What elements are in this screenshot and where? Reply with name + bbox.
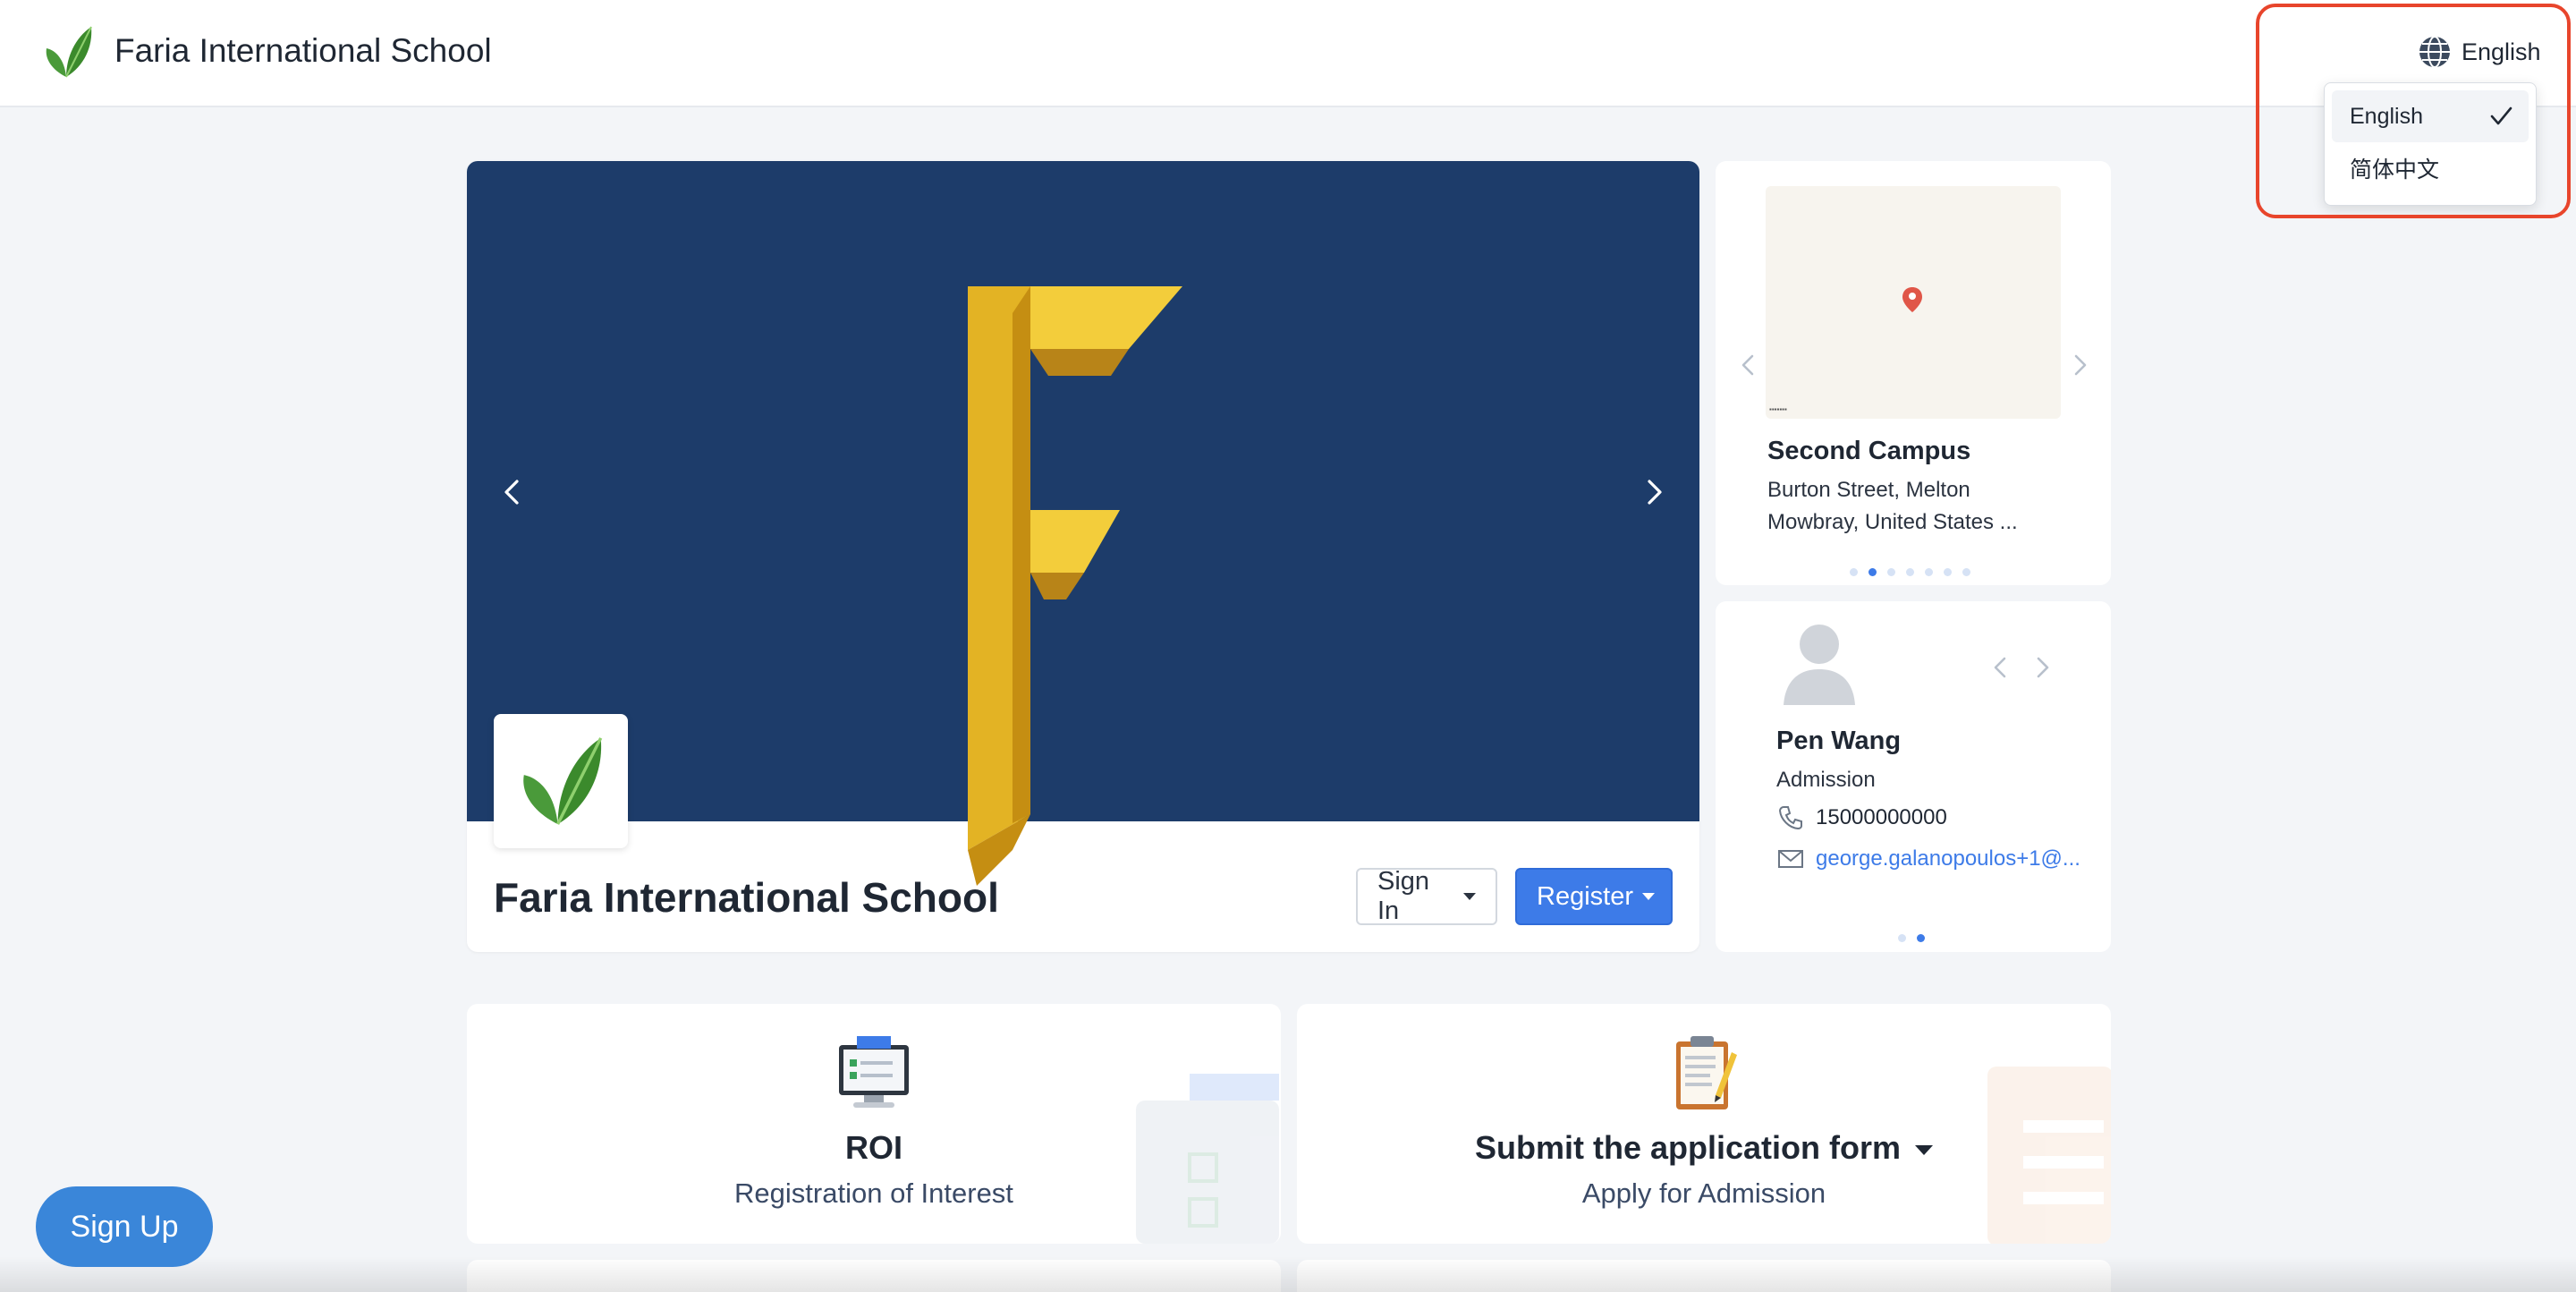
globe-icon <box>2419 36 2450 68</box>
header-school-name[interactable]: Faria International School <box>114 32 492 70</box>
contact-email[interactable]: george.galanopoulos+1@... <box>1776 845 2080 873</box>
contact-carousel-dots <box>1898 934 1925 942</box>
carousel-dot[interactable] <box>1944 568 1952 576</box>
register-label: Register <box>1537 881 1633 911</box>
carousel-dot[interactable] <box>1906 568 1914 576</box>
campus-map[interactable]: ▪▪▪▪▪▪▪ <box>1766 186 2061 419</box>
top-header: Faria International School English <box>0 0 2576 107</box>
language-option-label: English <box>2350 103 2423 129</box>
faria-f-logo-image <box>968 286 1182 886</box>
application-form-action-card[interactable]: Submit the application form Apply for Ad… <box>1297 1004 2111 1244</box>
mail-icon <box>1778 850 1803 868</box>
contact-name: Pen Wang <box>1776 727 1902 755</box>
application-form-subtitle: Apply for Admission <box>1581 1177 1826 1209</box>
language-option-chinese[interactable]: 简体中文 <box>2332 142 2529 194</box>
carousel-dot[interactable] <box>1887 568 1895 576</box>
application-form-title-label: Submit the application form <box>1474 1129 1901 1166</box>
map-pin-icon <box>1902 287 1922 312</box>
register-dropdown-button[interactable]: Register <box>1515 868 1673 925</box>
phone-icon <box>1778 806 1802 830</box>
language-option-english[interactable]: English <box>2332 90 2529 142</box>
campus-name: Second Campus <box>1767 437 1971 465</box>
school-logo-icon[interactable] <box>39 23 97 81</box>
carousel-dot[interactable] <box>1850 568 1858 576</box>
campus-carousel-dots <box>1850 568 1970 576</box>
language-dropdown-menu: English 简体中文 <box>2324 82 2537 206</box>
contact-carousel-card: Pen Wang Admission 15000000000 george.ga… <box>1716 601 2111 952</box>
checkmark-icon <box>2490 106 2512 125</box>
language-option-label: 简体中文 <box>2350 157 2440 183</box>
hero-prev-arrow-icon[interactable] <box>494 474 530 510</box>
carousel-dot[interactable] <box>1917 934 1925 942</box>
campus-next-arrow-icon[interactable] <box>2066 351 2095 379</box>
school-title: Faria International School <box>494 874 999 921</box>
application-form-title[interactable]: Submit the application form <box>1297 1129 2111 1167</box>
clipboard-pen-icon <box>1676 1036 1737 1109</box>
carousel-dot[interactable] <box>1898 934 1906 942</box>
language-switcher[interactable]: English <box>2417 32 2541 72</box>
school-logo-icon <box>523 737 603 825</box>
roi-subtitle: Registration of Interest <box>734 1177 1013 1209</box>
carousel-dot[interactable] <box>1925 568 1933 576</box>
contact-phone[interactable]: 15000000000 <box>1776 803 1947 832</box>
campus-prev-arrow-icon[interactable] <box>1733 351 1762 379</box>
caret-down-icon <box>1642 893 1655 900</box>
scroll-fade-overlay <box>0 1256 2576 1292</box>
hero-next-arrow-icon[interactable] <box>1637 474 1673 510</box>
map-credit-mark: ▪▪▪▪▪▪▪ <box>1769 405 1787 413</box>
sign-in-dropdown-button[interactable]: Sign In <box>1356 867 1497 925</box>
avatar-placeholder-icon <box>1784 625 1855 705</box>
campus-carousel-card: ▪▪▪▪▪▪▪ Second Campus Burton Street, Mel… <box>1716 161 2111 585</box>
contact-prev-arrow-icon[interactable] <box>1986 653 2014 682</box>
hero-banner-carousel <box>467 161 1699 886</box>
sign-up-button[interactable]: Sign Up <box>36 1186 213 1267</box>
contact-phone-number: 15000000000 <box>1816 805 1947 829</box>
carousel-dot[interactable] <box>1868 568 1877 576</box>
school-logo-tile <box>494 714 628 848</box>
roi-action-card[interactable]: ROI Registration of Interest <box>467 1004 1281 1244</box>
school-hero-card: Faria International School Sign In Regis… <box>467 161 1699 952</box>
sign-in-label: Sign In <box>1377 867 1430 925</box>
language-current-label: English <box>2462 38 2541 65</box>
monitor-checklist-icon <box>839 1036 909 1108</box>
caret-down-icon <box>1915 1144 1933 1155</box>
contact-email-address: george.galanopoulos+1@... <box>1816 846 2080 871</box>
roi-title: ROI <box>844 1129 902 1166</box>
contact-next-arrow-icon[interactable] <box>2029 653 2057 682</box>
campus-address: Burton Street, Melton Mowbray, United St… <box>1767 478 2018 534</box>
carousel-dot[interactable] <box>1962 568 1970 576</box>
contact-role: Admission <box>1776 768 1876 792</box>
caret-down-icon <box>1463 893 1476 900</box>
